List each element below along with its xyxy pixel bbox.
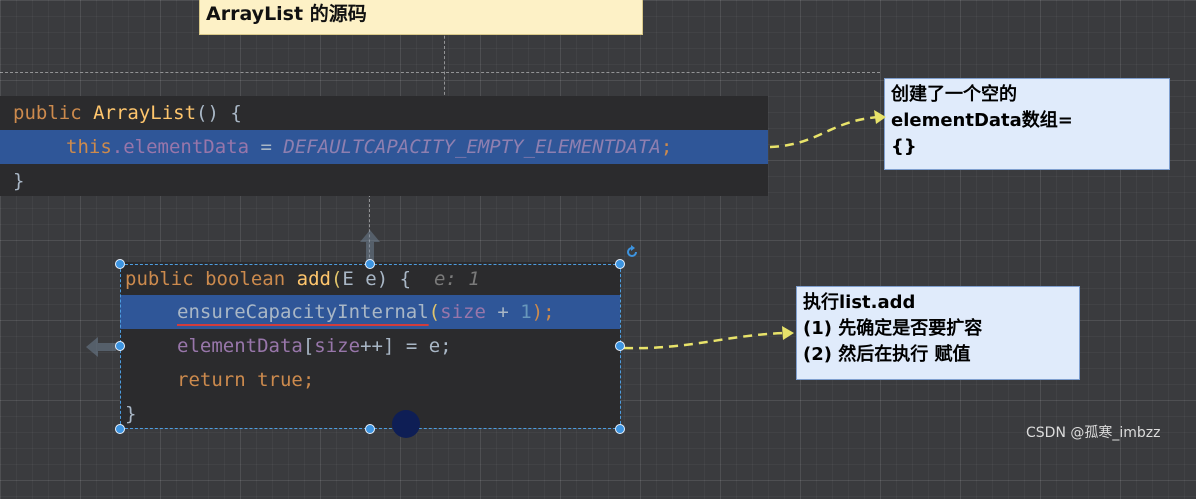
resize-handle-top-left[interactable] [115,259,125,269]
note-bottom-line-1: 执行list.add [803,292,916,313]
selection-box[interactable] [120,264,621,429]
arrowhead-top [874,110,886,124]
resize-handle-middle-left[interactable] [115,341,125,351]
rotate-icon[interactable] [624,244,640,260]
resize-handle-bottom-center[interactable] [365,424,375,434]
connector-bottom [623,331,789,350]
resize-handle-top-center[interactable] [365,259,375,269]
connector-top [769,115,881,149]
watermark: CSDN @孤寒_imbzz [1026,425,1161,441]
resize-handle-top-right[interactable] [615,259,625,269]
resize-handle-bottom-right[interactable] [615,424,625,434]
up-arrow-icon [360,230,380,260]
note-add-steps[interactable]: 执行list.add (1) 先确定是否要扩容 (2) 然后在执行 赋值 [796,286,1080,380]
resize-handle-bottom-left[interactable] [115,424,125,434]
note-bottom-line-2: (1) 先确定是否要扩容 [803,318,983,339]
resize-handle-middle-right[interactable] [615,341,625,351]
cursor-icon [392,410,420,438]
left-arrow-icon [86,337,116,357]
arrowhead-bottom [782,326,794,340]
note-bottom-line-3: (2) 然后在执行 赋值 [803,344,971,365]
